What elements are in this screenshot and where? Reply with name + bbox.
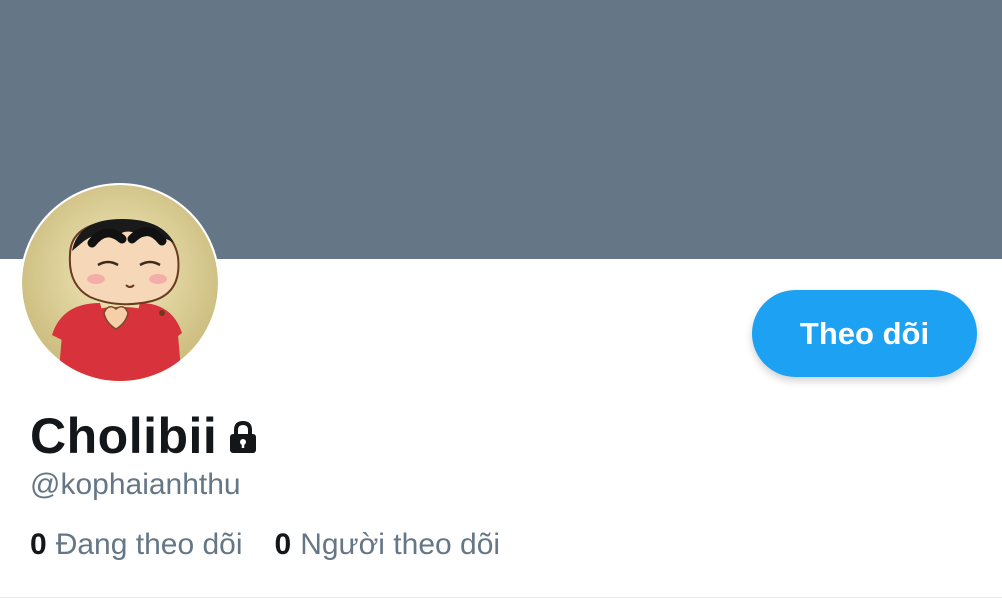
following-label: Đang theo dõi <box>55 528 243 561</box>
avatar[interactable] <box>22 185 218 381</box>
name-row: Cholibii <box>30 404 261 468</box>
followers-label: Người theo dõi <box>300 528 501 561</box>
divider <box>0 597 1002 598</box>
followers-stat[interactable]: 0 Người theo dõi <box>275 528 501 562</box>
profile-handle: @kophaianhthu <box>30 468 241 501</box>
following-count: 0 <box>30 528 47 561</box>
avatar-image <box>22 185 218 381</box>
following-stat[interactable]: 0 Đang theo dõi <box>30 528 243 562</box>
lock-icon <box>225 419 261 460</box>
followers-count: 0 <box>274 528 292 561</box>
follow-button[interactable]: Theo dõi <box>752 290 977 377</box>
profile-stats: 0 Đang theo dõi 0 Người theo dõi <box>30 528 532 562</box>
display-name: Cholibii <box>30 408 218 464</box>
profile-page: Theo dõi Cholibii @kophaianhthu 0 Đang t… <box>0 0 1002 600</box>
